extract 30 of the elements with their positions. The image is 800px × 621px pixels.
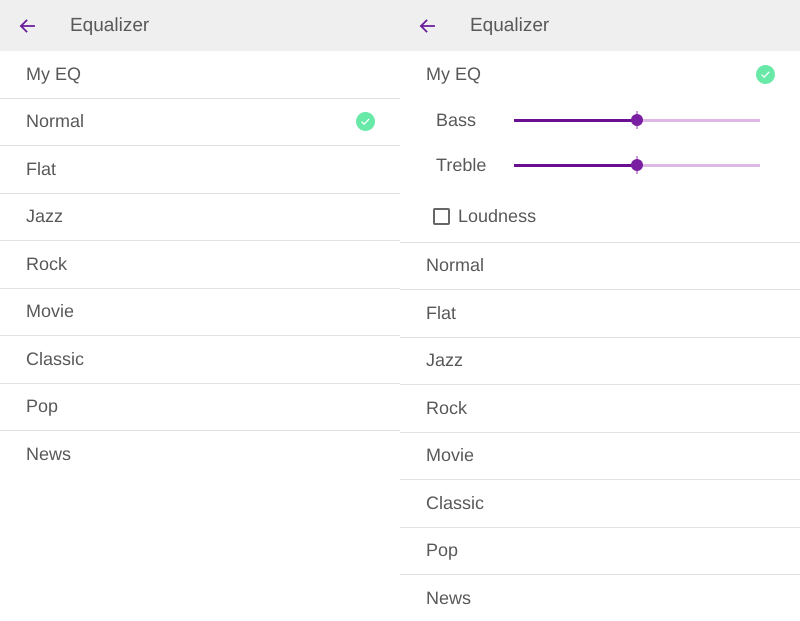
preset-item[interactable]: Jazz [400,338,800,384]
arrow-left-icon [419,18,435,32]
preset-item[interactable]: Normal [0,98,400,145]
checkbox[interactable] [433,208,450,225]
slider-label: Treble [436,154,488,176]
preset-item[interactable]: Flat [400,290,800,336]
preset-item[interactable]: Pop [0,384,400,430]
preset-item[interactable]: Rock [400,385,800,432]
arrow-left-icon [19,18,35,32]
preset-item[interactable]: Classic [400,480,800,526]
slider-label: Bass [436,110,478,130]
preset-item[interactable]: News [0,431,400,478]
preset-item[interactable]: Rock [0,241,400,288]
preset-item[interactable]: Pop [400,528,800,574]
preset-item[interactable]: Movie [0,288,400,335]
checkbox-label: Loudness [458,206,536,227]
preset-item[interactable]: Jazz [0,194,400,240]
screen-title: Equalizer [470,14,550,36]
preset-item[interactable]: My EQ [400,51,800,98]
preset-item[interactable]: Normal [400,242,800,289]
preset-item[interactable]: Flat [0,146,400,192]
back-button[interactable] [19,18,35,32]
preset-item[interactable]: Movie [400,432,800,479]
slider-thumb[interactable] [631,159,643,171]
preset-item[interactable]: Classic [0,336,400,382]
screen-title: Equalizer [70,14,150,36]
preset-item[interactable]: My EQ [0,51,400,98]
back-button[interactable] [419,18,435,32]
slider-thumb[interactable] [631,114,643,126]
preset-item[interactable]: News [400,575,800,621]
